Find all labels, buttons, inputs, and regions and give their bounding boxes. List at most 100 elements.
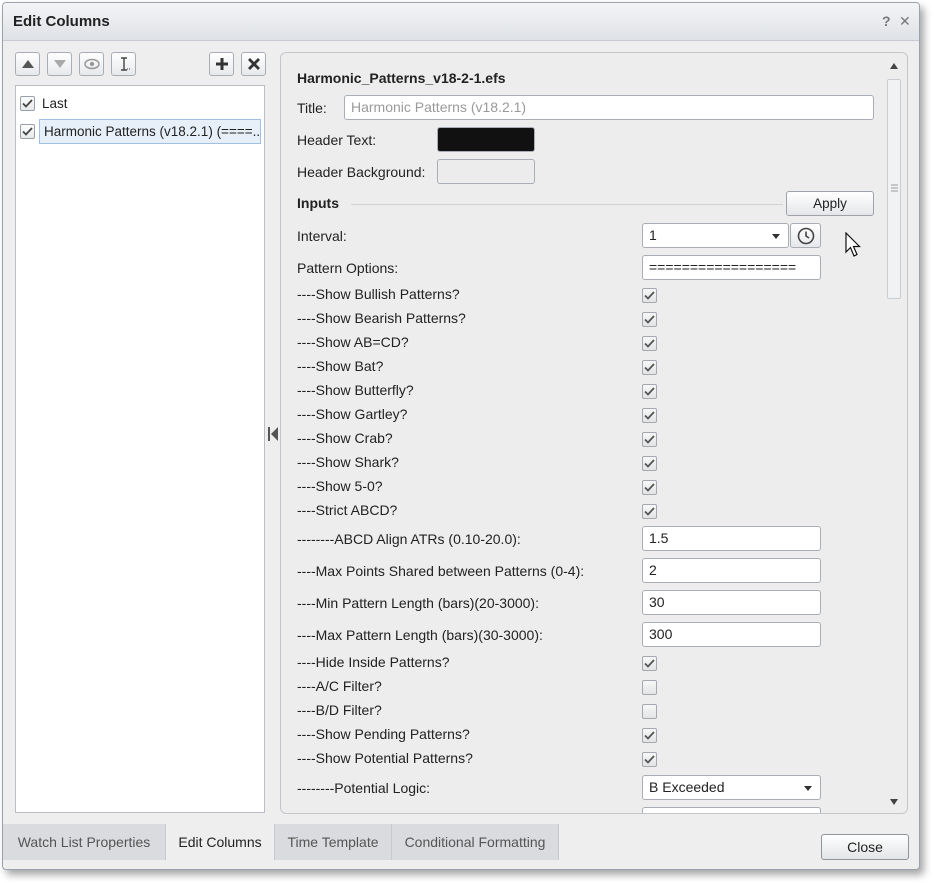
- checkmark-icon: [644, 659, 655, 668]
- checkmark-icon: [644, 755, 655, 764]
- checkmark-icon: [644, 291, 655, 300]
- header-background-color-picker[interactable]: [437, 159, 535, 184]
- option-checkbox[interactable]: [642, 704, 657, 719]
- option-checkbox[interactable]: [642, 288, 657, 303]
- number-field-label: ----Min Pattern Length (bars)(20-3000):: [297, 595, 539, 611]
- move-down-button[interactable]: [47, 52, 72, 76]
- option-checkbox[interactable]: [642, 336, 657, 351]
- potential-logic-value: B Exceeded: [649, 779, 725, 795]
- title-bar[interactable]: Edit Columns ? ✕: [3, 3, 919, 41]
- option-checkbox[interactable]: [642, 432, 657, 447]
- number-input[interactable]: 300: [642, 622, 821, 647]
- number-input[interactable]: 2: [642, 558, 821, 583]
- option-checkbox[interactable]: [642, 480, 657, 495]
- option-label: ----Show Potential Patterns?: [297, 750, 473, 766]
- clock-icon: [797, 227, 814, 244]
- tab-conditional-formatting[interactable]: Conditional Formatting: [392, 824, 559, 860]
- x-icon: [247, 58, 260, 70]
- toggle-visibility-button[interactable]: [79, 52, 104, 76]
- header-text-label: Header Text:: [297, 132, 377, 148]
- collapse-panel-handle[interactable]: [268, 426, 278, 442]
- tab-edit-columns[interactable]: Edit Columns: [166, 824, 275, 860]
- potential-logic-label: --------Potential Logic:: [297, 780, 431, 796]
- checkmark-icon: [644, 339, 655, 348]
- pattern-options-label: Pattern Options:: [297, 260, 399, 276]
- add-column-button[interactable]: [209, 52, 234, 76]
- option-checkbox[interactable]: [642, 656, 657, 671]
- option-label: ----Show Bullish Patterns?: [297, 286, 460, 302]
- checkmark-icon: [22, 126, 33, 136]
- option-checkbox[interactable]: [642, 752, 657, 767]
- checkmark-icon: [644, 363, 655, 372]
- apply-button[interactable]: Apply: [786, 191, 874, 216]
- tab-watch-list-properties[interactable]: Watch List Properties: [3, 824, 166, 860]
- checkmark-icon: [644, 435, 655, 444]
- option-label: ----A/C Filter?: [297, 678, 382, 694]
- inputs-heading: Inputs: [297, 195, 339, 211]
- option-checkbox[interactable]: [642, 456, 657, 471]
- text-cursor-icon: [120, 57, 130, 71]
- number-input[interactable]: 1.5: [642, 526, 821, 551]
- checkmark-icon: [644, 411, 655, 420]
- checkmark-icon: [644, 459, 655, 468]
- study-file-name: Harmonic_Patterns_v18-2-1.efs: [297, 70, 506, 86]
- option-label: ----Show Butterfly?: [297, 382, 414, 398]
- rename-button[interactable]: [111, 52, 136, 76]
- option-checkbox[interactable]: [642, 680, 657, 695]
- header-text-color-picker[interactable]: [437, 127, 535, 152]
- number-field-label: ----Max Points Shared between Patterns (…: [297, 563, 585, 579]
- option-checkbox[interactable]: [642, 384, 657, 399]
- edit-columns-dialog: Edit Columns ? ✕ Last Harmonic Patterns …: [2, 2, 920, 870]
- checkmark-icon: [644, 507, 655, 516]
- mouse-cursor-icon: [845, 232, 861, 257]
- potential-logic-dropdown[interactable]: B Exceeded: [642, 775, 821, 800]
- title-input[interactable]: Harmonic Patterns (v18.2.1): [344, 95, 874, 120]
- option-checkbox[interactable]: [642, 360, 657, 375]
- option-checkbox[interactable]: [642, 312, 657, 327]
- tab-time-template[interactable]: Time Template: [275, 824, 392, 860]
- remove-column-button[interactable]: [241, 52, 266, 76]
- option-label: ----Strict ABCD?: [297, 502, 398, 518]
- option-label: ----Show Shark?: [297, 454, 399, 470]
- close-button[interactable]: Close: [821, 834, 909, 860]
- interval-dropdown[interactable]: 1: [642, 223, 789, 248]
- column-checkbox[interactable]: [20, 95, 35, 111]
- close-icon[interactable]: ✕: [899, 13, 911, 30]
- option-label: ----Show AB=CD?: [297, 334, 409, 350]
- option-checkbox[interactable]: [642, 408, 657, 423]
- option-label: ----Show Crab?: [297, 430, 393, 446]
- number-input[interactable]: 30: [642, 590, 821, 615]
- collapse-left-icon: [268, 427, 278, 441]
- option-label: ----Show Gartley?: [297, 406, 408, 422]
- checkmark-icon: [644, 315, 655, 324]
- scroll-down-icon[interactable]: [890, 799, 898, 805]
- help-icon[interactable]: ?: [882, 13, 891, 29]
- pattern-options-input[interactable]: ==================: [642, 255, 821, 280]
- interval-label: Interval:: [297, 228, 347, 244]
- dialog-title: Edit Columns: [13, 13, 110, 30]
- move-up-button[interactable]: [15, 52, 40, 76]
- list-item[interactable]: Harmonic Patterns (v18.2.1) (====...: [20, 118, 261, 144]
- chevron-down-icon: [772, 234, 780, 239]
- vertical-scrollbar[interactable]: [883, 57, 905, 809]
- checkmark-icon: [22, 98, 33, 108]
- plus-icon: [215, 58, 228, 70]
- option-checkbox[interactable]: [642, 504, 657, 519]
- list-item[interactable]: Last: [20, 90, 68, 116]
- columns-panel: Last Harmonic Patterns (v18.2.1) (====..…: [15, 49, 266, 813]
- option-checkbox[interactable]: [642, 728, 657, 743]
- scrollbar-thumb[interactable]: [887, 79, 901, 299]
- number-field-label: --------ABCD Align ATRs (0.10-20.0):: [297, 531, 521, 547]
- checkmark-icon: [644, 387, 655, 396]
- triangle-up-icon: [21, 60, 34, 68]
- number-field-label: ----Max Pattern Length (bars)(30-3000):: [297, 627, 543, 643]
- column-checkbox[interactable]: [20, 123, 35, 139]
- interval-value: 1: [649, 227, 657, 243]
- option-label: ----Show Bat?: [297, 358, 384, 374]
- scroll-up-icon[interactable]: [890, 63, 898, 69]
- next-input-partial[interactable]: [642, 807, 821, 813]
- list-item-label: Harmonic Patterns (v18.2.1) (====...: [39, 118, 261, 144]
- inputs-divider: [351, 204, 783, 205]
- chevron-down-icon: [804, 786, 812, 791]
- interval-picker-button[interactable]: [790, 223, 821, 248]
